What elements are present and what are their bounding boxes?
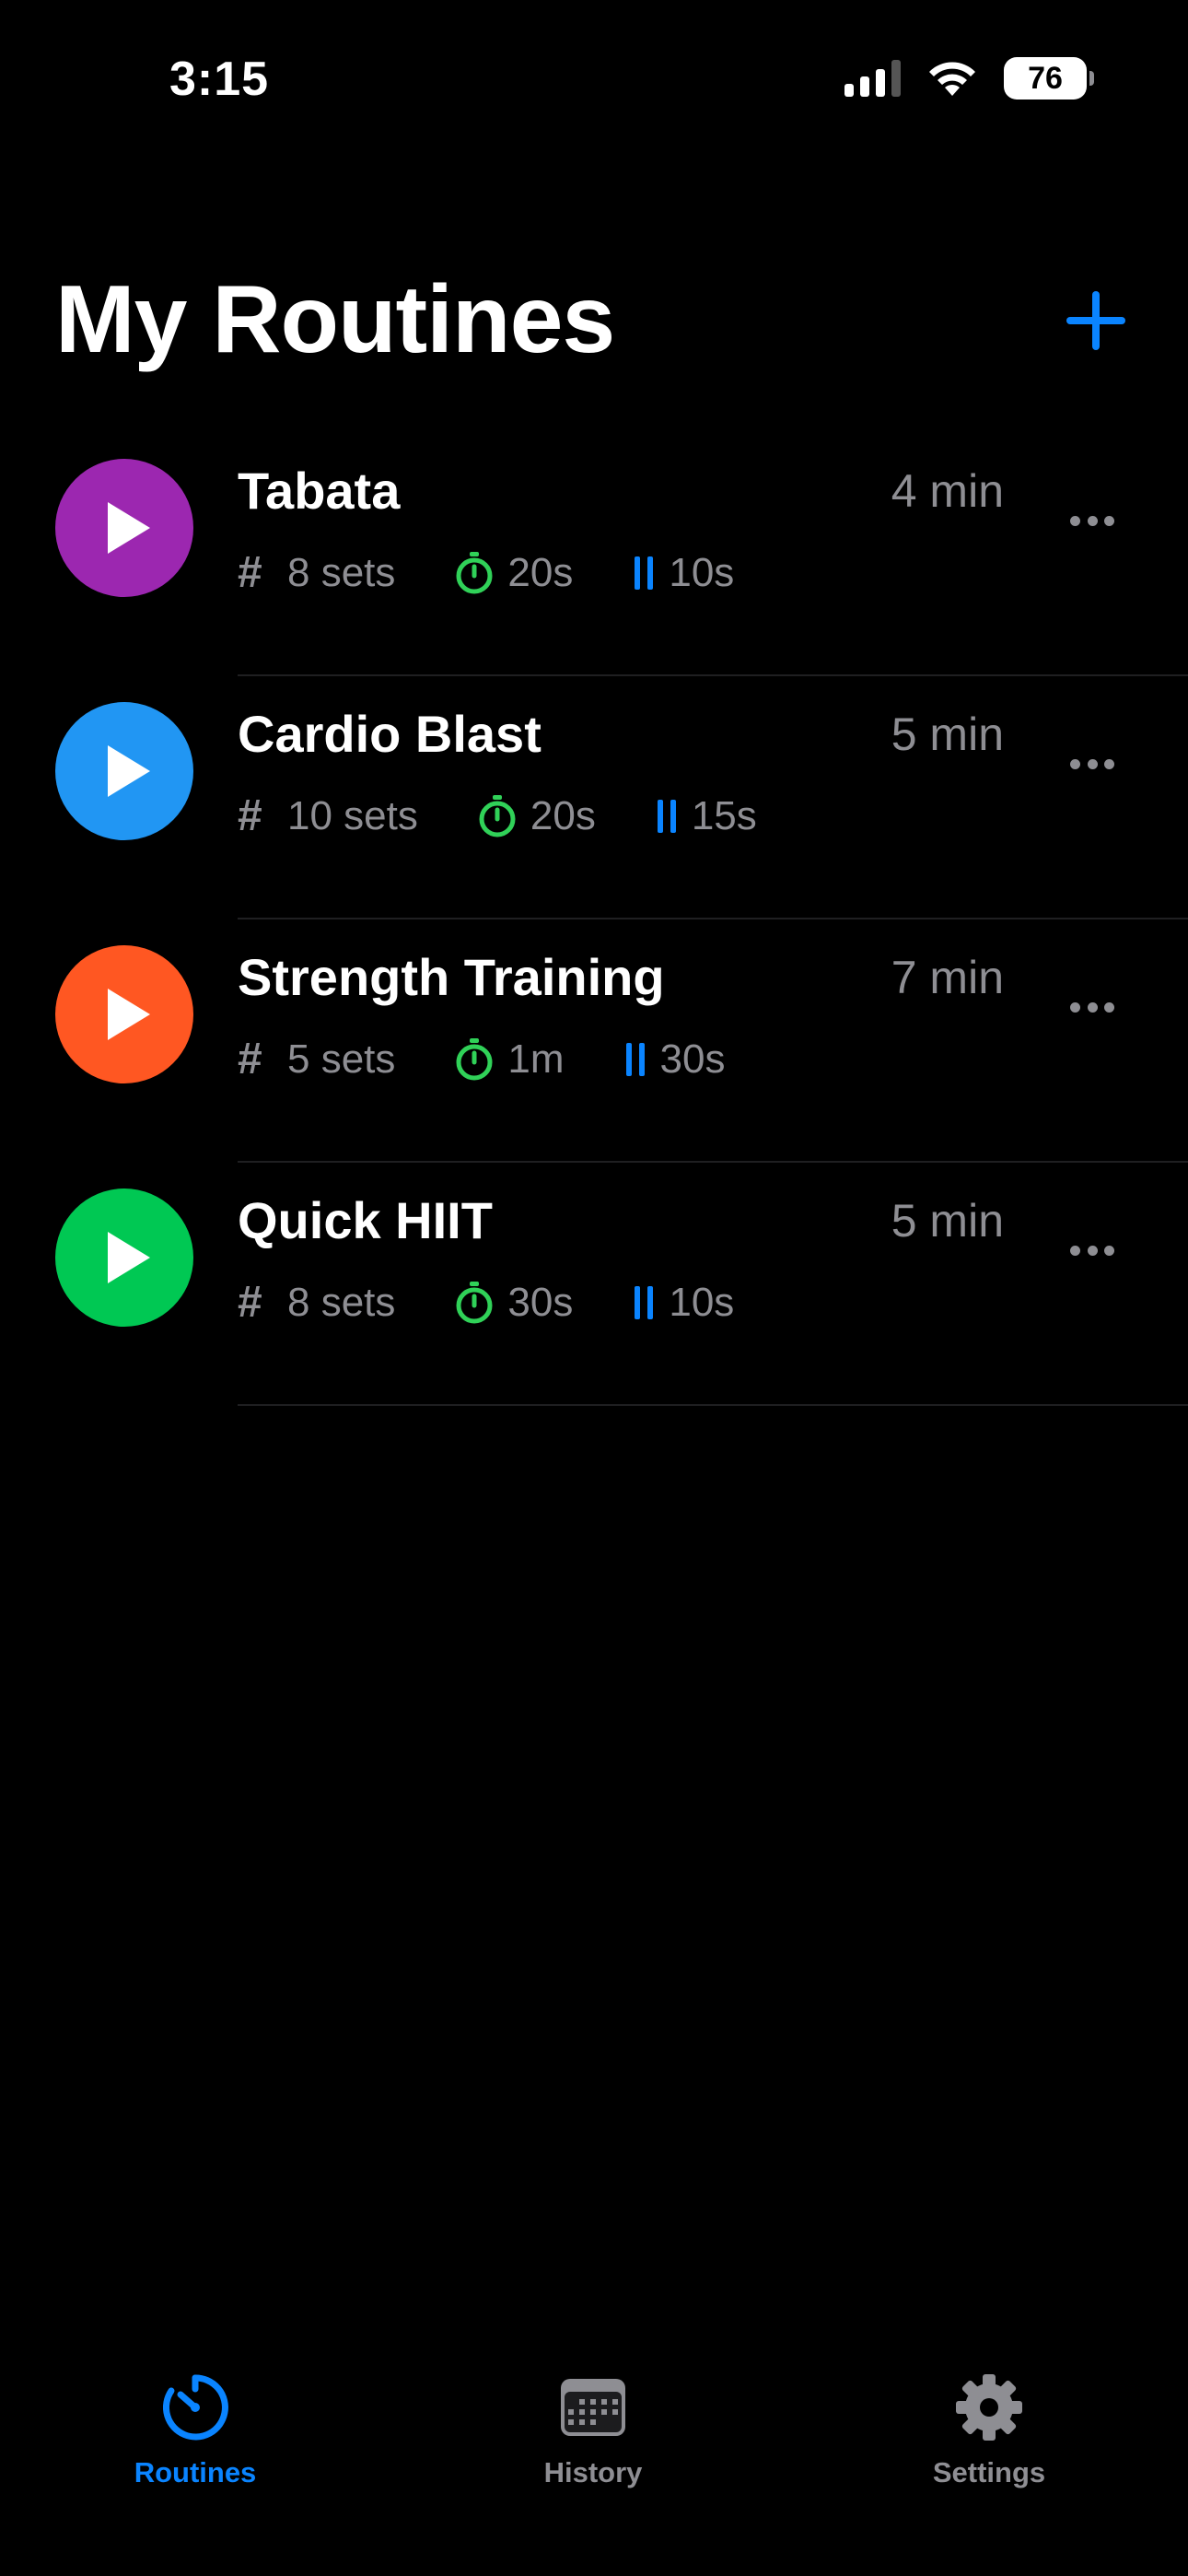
routine-meta: # 8 sets 30s 10s xyxy=(238,1277,793,1328)
play-button[interactable] xyxy=(55,1188,193,1327)
rest-info: 10s xyxy=(632,1280,734,1326)
more-options-button[interactable] xyxy=(1070,516,1114,529)
sets-count: 10 sets xyxy=(287,792,418,838)
timer-icon xyxy=(160,2368,230,2447)
status-time: 3:15 xyxy=(169,53,270,106)
routine-row-strength-training[interactable]: Strength Training 7 min # 5 sets 1m 30s xyxy=(0,919,1188,1163)
work-duration: 1m xyxy=(507,1036,565,1082)
tab-label: Routines xyxy=(134,2456,257,2488)
routine-meta: # 8 sets 20s 10s xyxy=(238,547,793,598)
stopwatch-icon xyxy=(454,551,495,595)
row-divider xyxy=(238,1404,1188,1406)
sets-count: 8 sets xyxy=(287,549,396,595)
tab-bar: Routines History Settings xyxy=(0,2340,1188,2576)
work-info: 30s xyxy=(454,1280,573,1326)
status-icons: 76 xyxy=(844,55,1094,101)
sets-info: # 10 sets xyxy=(238,790,418,841)
play-icon xyxy=(108,1232,150,1283)
play-icon xyxy=(108,745,150,797)
routine-list: Tabata 4 min # 8 sets 20s 10s Cardio Bla… xyxy=(0,433,1188,1406)
cellular-signal-icon xyxy=(844,60,901,97)
play-button[interactable] xyxy=(55,459,193,597)
wifi-icon xyxy=(926,59,978,98)
rest-duration: 10s xyxy=(669,549,735,595)
pause-icon xyxy=(655,798,679,835)
stopwatch-icon xyxy=(454,1281,495,1325)
routine-name: Quick HIIT xyxy=(238,1191,493,1249)
battery-level: 76 xyxy=(1028,60,1063,96)
rest-info: 10s xyxy=(632,550,734,596)
rest-duration: 15s xyxy=(691,792,757,838)
tab-history[interactable]: History xyxy=(473,2368,713,2506)
routine-name: Tabata xyxy=(238,462,401,520)
sets-info: # 8 sets xyxy=(238,1277,395,1328)
work-info: 20s xyxy=(454,550,573,596)
work-info: 1m xyxy=(454,1036,565,1083)
routine-row-cardio-blast[interactable]: Cardio Blast 5 min # 10 sets 20s 15s xyxy=(0,676,1188,919)
more-options-button[interactable] xyxy=(1070,1002,1114,1015)
status-bar: 3:15 76 xyxy=(0,0,1188,157)
more-options-button[interactable] xyxy=(1070,1246,1114,1259)
rest-info: 15s xyxy=(655,793,757,839)
rest-duration: 30s xyxy=(659,1036,726,1082)
routine-meta: # 10 sets 20s 15s xyxy=(238,790,816,841)
routine-duration: 5 min xyxy=(891,1195,1004,1247)
gear-icon xyxy=(954,2368,1024,2447)
routine-name: Cardio Blast xyxy=(238,705,542,763)
sets-info: # 8 sets xyxy=(238,547,395,598)
tab-label: Settings xyxy=(932,2456,1046,2488)
battery-icon: 76 xyxy=(1004,57,1094,100)
routine-duration: 5 min xyxy=(891,708,1004,760)
routine-meta: # 5 sets 1m 30s xyxy=(238,1034,784,1084)
play-button[interactable] xyxy=(55,945,193,1083)
page-title: My Routines xyxy=(55,266,615,373)
pause-icon xyxy=(632,555,656,591)
routine-duration: 4 min xyxy=(891,465,1004,517)
more-options-button[interactable] xyxy=(1070,759,1114,772)
sets-count: 8 sets xyxy=(287,1279,396,1325)
work-duration: 20s xyxy=(507,549,574,595)
tab-label: History xyxy=(543,2456,643,2488)
hash-icon: # xyxy=(238,791,262,840)
play-button[interactable] xyxy=(55,702,193,840)
hash-icon: # xyxy=(238,548,262,597)
work-duration: 30s xyxy=(507,1279,574,1325)
routine-row-tabata[interactable]: Tabata 4 min # 8 sets 20s 10s xyxy=(0,433,1188,676)
rest-duration: 10s xyxy=(669,1279,735,1325)
pause-icon xyxy=(632,1284,656,1321)
work-info: 20s xyxy=(477,793,596,839)
rest-info: 30s xyxy=(623,1036,726,1083)
work-duration: 20s xyxy=(530,792,596,838)
tab-routines[interactable]: Routines xyxy=(76,2368,315,2506)
hash-icon: # xyxy=(238,1035,262,1083)
hash-icon: # xyxy=(238,1278,262,1327)
tab-settings[interactable]: Settings xyxy=(869,2368,1109,2506)
calendar-icon xyxy=(559,2368,627,2447)
add-routine-button[interactable] xyxy=(1066,291,1125,350)
routine-row-quick-hiit[interactable]: Quick HIIT 5 min # 8 sets 30s 10s xyxy=(0,1163,1188,1406)
stopwatch-icon xyxy=(454,1037,495,1082)
play-icon xyxy=(108,502,150,554)
play-icon xyxy=(108,989,150,1040)
header: My Routines xyxy=(0,258,1188,387)
routine-duration: 7 min xyxy=(891,952,1004,1003)
pause-icon xyxy=(623,1041,647,1078)
routine-name: Strength Training xyxy=(238,948,665,1006)
sets-count: 5 sets xyxy=(287,1036,396,1082)
stopwatch-icon xyxy=(477,794,518,838)
sets-info: # 5 sets xyxy=(238,1034,395,1084)
